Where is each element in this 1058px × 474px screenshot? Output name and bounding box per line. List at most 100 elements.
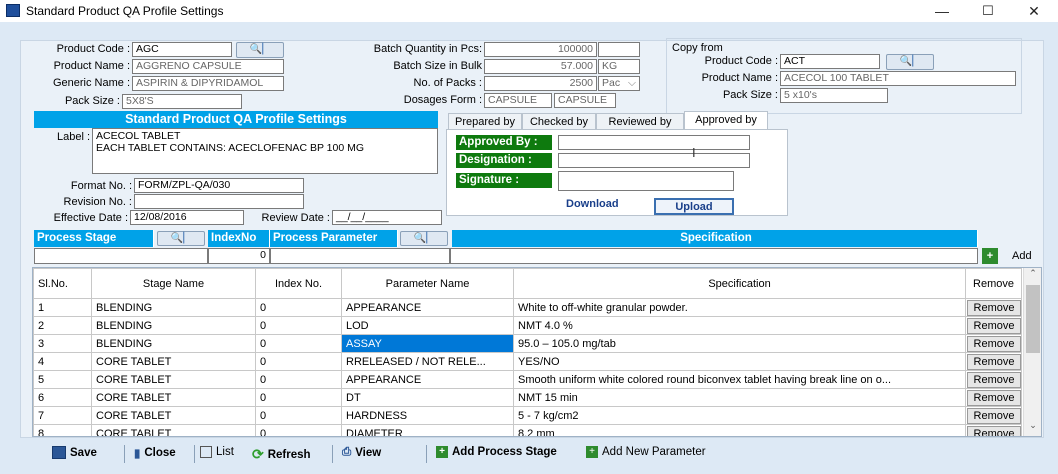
table-cell[interactable]: 0	[255, 406, 342, 425]
upload-button[interactable]: Upload	[654, 198, 734, 215]
table-cell[interactable]: 95.0 – 105.0 mg/tab	[513, 334, 966, 353]
table-cell[interactable]: 3	[33, 334, 92, 353]
table-cell[interactable]: 5 - 7 kg/cm2	[513, 406, 966, 425]
table-cell[interactable]: 0	[255, 388, 342, 407]
remove-button[interactable]: Remove	[967, 425, 1021, 436]
copy-code-input[interactable]: ACT	[780, 54, 880, 69]
table-row[interactable]: 7 CORE TABLET 0 HARDNESS 5 - 7 kg/cm2 Remove	[33, 406, 1022, 425]
column-header[interactable]: Stage Name	[91, 268, 256, 299]
pack-size-input[interactable]: 5X8'S	[122, 94, 242, 109]
table-cell[interactable]: 6	[33, 388, 92, 407]
add-icon[interactable]: +	[982, 248, 998, 264]
remove-button[interactable]: Remove	[967, 335, 1021, 352]
list-button[interactable]: List	[200, 446, 234, 458]
table-row[interactable]: 8 CORE TABLET 0 DIAMETER 8.2 mm Remove	[33, 424, 1022, 436]
revision-no-input[interactable]	[134, 194, 304, 209]
process-parameter-input[interactable]	[270, 248, 450, 264]
table-cell[interactable]: Remove	[965, 334, 1022, 353]
batch-qty-input[interactable]: 100000	[484, 42, 597, 57]
scroll-down-icon[interactable]: ⌄	[1024, 420, 1041, 436]
grid-scrollbar[interactable]: ⌃ ⌄	[1023, 268, 1041, 436]
add-new-parameter-button[interactable]: + Add New Parameter	[586, 446, 706, 458]
remove-button[interactable]: Remove	[967, 407, 1021, 424]
table-cell[interactable]: 5	[33, 370, 92, 389]
table-row[interactable]: 4 CORE TABLET 0 RRELEASED / NOT RELE... YES/…	[33, 352, 1022, 371]
table-cell[interactable]: DT	[341, 388, 514, 407]
column-header[interactable]: Index No.	[255, 268, 342, 299]
close-button[interactable]: ▮ Close	[134, 446, 176, 460]
specification-input[interactable]	[450, 248, 978, 264]
column-header[interactable]: Specification	[513, 268, 966, 299]
effective-date-input[interactable]: 12/08/2016	[130, 210, 244, 225]
minimize-button[interactable]: —	[920, 0, 964, 22]
table-cell[interactable]: Remove	[965, 388, 1022, 407]
process-parameter-lookup-button[interactable]: 🔍▏	[400, 231, 448, 246]
column-header[interactable]: Sl.No.	[33, 268, 92, 299]
table-cell[interactable]: ASSAY	[341, 334, 514, 353]
table-row[interactable]: 6 CORE TABLET 0 DT NMT 15 min Remove	[33, 388, 1022, 407]
add-process-stage-button[interactable]: + Add Process Stage	[436, 446, 557, 458]
scroll-thumb[interactable]	[1026, 285, 1040, 353]
batch-bulk-input[interactable]: 57.000	[484, 59, 597, 74]
add-button[interactable]: Add	[1012, 250, 1032, 262]
batch-bulk-unit[interactable]: KG	[598, 59, 640, 74]
table-cell[interactable]: 0	[255, 316, 342, 335]
table-cell[interactable]: APPEARANCE	[341, 370, 514, 389]
dosage-input-1[interactable]: CAPSULE	[484, 93, 552, 108]
table-cell[interactable]: 7	[33, 406, 92, 425]
table-cell[interactable]: 0	[255, 370, 342, 389]
product-code-lookup-button[interactable]: 🔍▏	[236, 42, 284, 58]
table-cell[interactable]: HARDNESS	[341, 406, 514, 425]
table-cell[interactable]: BLENDING	[91, 298, 256, 317]
tab-approved-by[interactable]: Approved by	[684, 111, 768, 130]
approved-by-input[interactable]	[558, 135, 750, 150]
table-cell[interactable]: 0	[255, 352, 342, 371]
product-name-input[interactable]: AGGRENO CAPSULE	[132, 59, 284, 74]
refresh-button[interactable]: ⟳ Refresh	[252, 446, 311, 463]
table-row[interactable]: 1 BLENDING 0 APPEARANCE White to off-white g…	[33, 298, 1022, 317]
label-textarea[interactable]: ACECOL TABLET EACH TABLET CONTAINS: ACEC…	[92, 128, 438, 174]
packs-input[interactable]: 2500	[484, 76, 597, 91]
product-code-input[interactable]: AGC	[132, 42, 232, 57]
remove-button[interactable]: Remove	[967, 317, 1021, 334]
table-row[interactable]: 2 BLENDING 0 LOD NMT 4.0 % Remove	[33, 316, 1022, 335]
table-cell[interactable]: 8.2 mm	[513, 424, 966, 436]
table-cell[interactable]: LOD	[341, 316, 514, 335]
remove-button[interactable]: Remove	[967, 371, 1021, 388]
table-cell[interactable]: NMT 4.0 %	[513, 316, 966, 335]
table-cell[interactable]: CORE TABLET	[91, 424, 256, 436]
table-cell[interactable]: Remove	[965, 370, 1022, 389]
signature-box[interactable]	[558, 171, 734, 191]
table-cell[interactable]: 0	[255, 298, 342, 317]
table-cell[interactable]: 8	[33, 424, 92, 436]
index-no-input[interactable]: 0	[208, 248, 270, 264]
table-cell[interactable]: 2	[33, 316, 92, 335]
table-cell[interactable]: 0	[255, 424, 342, 436]
table-cell[interactable]: 4	[33, 352, 92, 371]
table-cell[interactable]: 0	[255, 334, 342, 353]
generic-name-input[interactable]: ASPIRIN & DIPYRIDAMOL	[132, 76, 284, 91]
table-cell[interactable]: CORE TABLET	[91, 370, 256, 389]
process-stage-input[interactable]	[34, 248, 208, 264]
table-row[interactable]: 5 CORE TABLET 0 APPEARANCE Smooth uniform wh…	[33, 370, 1022, 389]
copy-pack-input[interactable]: 5 x10's	[780, 88, 888, 103]
table-cell[interactable]: RRELEASED / NOT RELE...	[341, 352, 514, 371]
table-cell[interactable]: Remove	[965, 298, 1022, 317]
table-cell[interactable]: BLENDING	[91, 334, 256, 353]
view-button[interactable]: ⎙ View	[342, 446, 381, 459]
process-stage-lookup-button[interactable]: 🔍▏	[157, 231, 205, 246]
review-date-input[interactable]: __/__/____	[332, 210, 442, 225]
table-cell[interactable]: BLENDING	[91, 316, 256, 335]
close-window-button[interactable]: ✕	[1012, 0, 1056, 22]
download-button[interactable]: Download	[566, 198, 619, 210]
table-cell[interactable]: Remove	[965, 316, 1022, 335]
remove-button[interactable]: Remove	[967, 353, 1021, 370]
table-cell[interactable]: Remove	[965, 352, 1022, 371]
table-cell[interactable]: DIAMETER	[341, 424, 514, 436]
packs-unit-select[interactable]: Pac ⌵	[598, 76, 640, 91]
copy-code-lookup-button[interactable]: 🔍▏	[886, 54, 934, 70]
table-cell[interactable]: Remove	[965, 406, 1022, 425]
table-cell[interactable]: APPEARANCE	[341, 298, 514, 317]
table-cell[interactable]: CORE TABLET	[91, 388, 256, 407]
column-header[interactable]: Remove	[965, 268, 1022, 299]
